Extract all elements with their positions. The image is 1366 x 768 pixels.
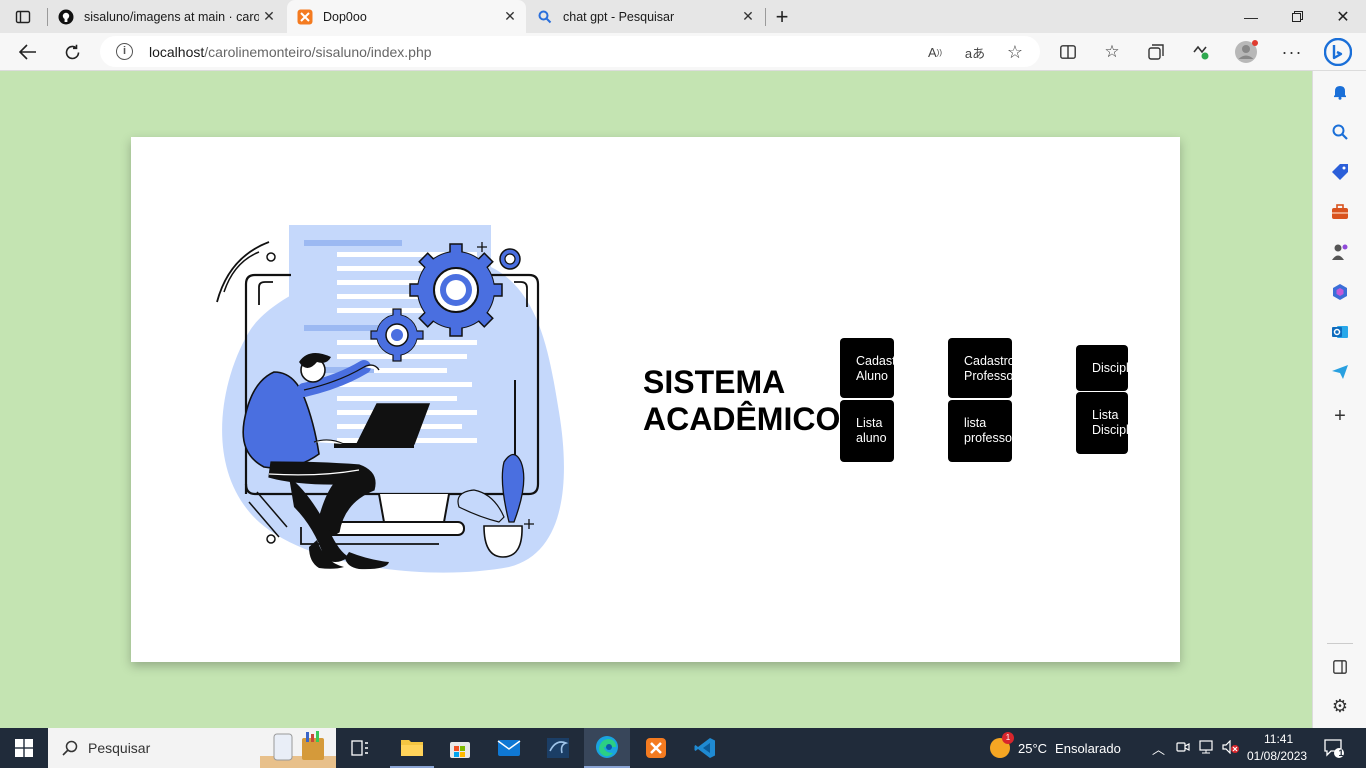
lista-aluno-button[interactable]: Lista aluno bbox=[840, 400, 894, 462]
favorites-icon[interactable]: ☆ bbox=[1097, 37, 1127, 67]
mysql-workbench-icon[interactable] bbox=[536, 728, 580, 768]
main-card: SISTEMA ACADÊMICO Cadastro Aluno Lista a… bbox=[131, 137, 1180, 662]
taskbar-search-label: Pesquisar bbox=[88, 740, 151, 756]
search-icon[interactable] bbox=[1327, 119, 1353, 145]
browser-toolbar: i localhost/carolinemonteiro/sisaluno/in… bbox=[0, 33, 1366, 71]
weather-condition: Ensolarado bbox=[1055, 740, 1121, 756]
performance-icon[interactable] bbox=[1185, 37, 1215, 67]
address-bar[interactable]: i localhost/carolinemonteiro/sisaluno/in… bbox=[100, 36, 1040, 67]
send-icon[interactable] bbox=[1327, 359, 1353, 385]
profile-avatar[interactable] bbox=[1231, 37, 1261, 67]
tools-briefcase-icon[interactable] bbox=[1327, 199, 1353, 225]
close-icon[interactable]: ✕ bbox=[259, 8, 279, 25]
file-explorer-icon[interactable] bbox=[390, 728, 434, 768]
new-tab-button[interactable]: + bbox=[768, 3, 796, 31]
minimize-button[interactable]: — bbox=[1228, 0, 1274, 33]
search-icon bbox=[537, 9, 553, 25]
tab-strip: sisaluno/imagens at main · carolin ✕ Dop… bbox=[0, 0, 1366, 33]
close-icon[interactable]: ✕ bbox=[500, 8, 520, 25]
games-icon[interactable] bbox=[1327, 239, 1353, 265]
tab-actions-icon[interactable] bbox=[10, 4, 36, 30]
more-options-icon[interactable]: ··· bbox=[1277, 37, 1307, 67]
meet-now-icon[interactable] bbox=[1176, 740, 1190, 757]
disciplina-button[interactable]: Disciplina bbox=[1076, 345, 1128, 391]
add-icon[interactable]: + bbox=[1327, 403, 1353, 429]
weather-badge: 1 bbox=[1002, 732, 1014, 744]
clock-time[interactable]: 11:41 bbox=[1264, 732, 1293, 746]
cadastro-aluno-button[interactable]: Cadastro Aluno bbox=[840, 338, 894, 398]
weather-widget[interactable]: 1 25°C Ensolarado bbox=[990, 732, 1121, 758]
xampp-icon[interactable] bbox=[634, 728, 678, 768]
task-view-icon[interactable] bbox=[346, 728, 374, 768]
edge-sidebar: + ⚙ bbox=[1312, 71, 1366, 728]
taskbar-search-box[interactable]: Pesquisar bbox=[48, 728, 336, 768]
microsoft-365-icon[interactable] bbox=[1327, 279, 1353, 305]
split-screen-icon[interactable] bbox=[1053, 37, 1083, 67]
page-viewport: SISTEMA ACADÊMICO Cadastro Aluno Lista a… bbox=[0, 71, 1312, 728]
weather-temp: 25°C bbox=[1018, 740, 1048, 756]
lista-professor-button[interactable]: lista professor bbox=[948, 400, 1012, 462]
hide-sidebar-icon[interactable] bbox=[1327, 654, 1353, 680]
vscode-icon[interactable] bbox=[683, 728, 727, 768]
close-window-button[interactable]: ✕ bbox=[1320, 0, 1366, 33]
tab-title: Dop0oo bbox=[323, 9, 367, 24]
notification-center-icon[interactable]: 1 bbox=[1324, 738, 1344, 761]
start-windows-icon[interactable] bbox=[0, 728, 48, 768]
collections-icon[interactable] bbox=[1141, 37, 1171, 67]
url-text[interactable]: localhost/carolinemonteiro/sisaluno/inde… bbox=[149, 44, 432, 60]
tab-title: chat gpt - Pesquisar bbox=[563, 9, 675, 24]
network-icon[interactable] bbox=[1199, 740, 1215, 757]
info-icon[interactable]: i bbox=[116, 43, 133, 60]
back-button[interactable] bbox=[13, 37, 43, 67]
tab-search[interactable]: chat gpt - Pesquisar ✕ bbox=[527, 0, 764, 33]
settings-gear-icon[interactable]: ⚙ bbox=[1327, 693, 1353, 719]
close-icon[interactable]: ✕ bbox=[738, 8, 758, 25]
read-aloud-icon[interactable]: A)) bbox=[922, 39, 948, 65]
notification-bell-icon[interactable] bbox=[1327, 79, 1353, 105]
volume-muted-icon[interactable] bbox=[1222, 739, 1240, 757]
tab-title: sisaluno/imagens at main · carolin bbox=[84, 9, 259, 24]
search-highlight-icon bbox=[260, 731, 336, 768]
page-title: SISTEMA ACADÊMICO bbox=[643, 364, 841, 437]
mail-icon[interactable] bbox=[487, 728, 531, 768]
microsoft-store-icon[interactable] bbox=[438, 728, 482, 768]
restore-button[interactable] bbox=[1274, 0, 1320, 33]
student-laptop-illustration bbox=[216, 225, 564, 573]
notification-count: 1 bbox=[1338, 748, 1344, 758]
tab-github[interactable]: sisaluno/imagens at main · carolin ✕ bbox=[48, 0, 285, 33]
refresh-button[interactable] bbox=[57, 37, 87, 67]
favorite-star-icon[interactable]: ☆ bbox=[1002, 39, 1028, 65]
cadastro-professor-button[interactable]: Cadastro Professor bbox=[948, 338, 1012, 398]
bing-copilot-icon[interactable] bbox=[1323, 37, 1353, 67]
clock-date[interactable]: 01/08/2023 bbox=[1247, 749, 1307, 763]
lista-disciplina-button[interactable]: Lista Disciplina bbox=[1076, 392, 1128, 454]
shopping-tag-icon[interactable] bbox=[1327, 159, 1353, 185]
translate-icon[interactable]: aあ bbox=[962, 39, 988, 65]
tab-active[interactable]: Dop0oo ✕ bbox=[287, 0, 526, 33]
outlook-icon[interactable] bbox=[1327, 319, 1353, 345]
edge-browser-icon[interactable] bbox=[584, 728, 630, 768]
github-icon bbox=[58, 9, 74, 25]
weather-sun-icon: 1 bbox=[990, 732, 1014, 758]
show-hidden-icons-chevron-up-icon[interactable]: ︿ bbox=[1152, 739, 1165, 758]
xampp-icon bbox=[297, 9, 313, 25]
windows-taskbar: Pesquisar 1 25°C Ensolarado ︿ 11:41 01/0… bbox=[0, 728, 1366, 768]
